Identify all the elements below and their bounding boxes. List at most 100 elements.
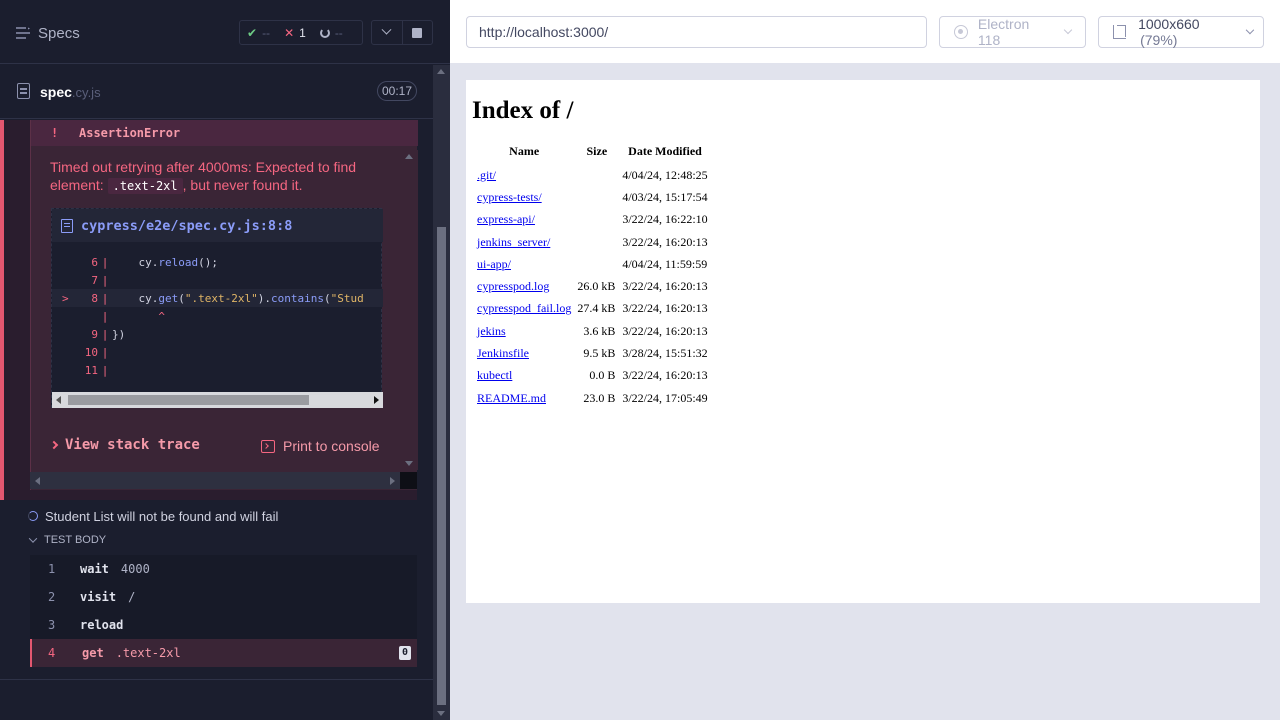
date-cell: 3/22/24, 16:20:13 bbox=[622, 301, 708, 316]
test-body-toggle[interactable]: TEST BODY bbox=[28, 534, 106, 546]
viewport-selector[interactable]: 1000x660 (79%) bbox=[1098, 16, 1264, 48]
scroll-left-arrow-icon[interactable] bbox=[56, 396, 61, 404]
url-bar[interactable]: http://localhost:3000/ bbox=[466, 16, 927, 48]
code-frame-scrollbar[interactable] bbox=[52, 392, 383, 408]
line-number: 11 bbox=[84, 363, 98, 377]
date-cell: 4/03/24, 15:17:54 bbox=[622, 189, 708, 204]
stop-button[interactable] bbox=[401, 21, 433, 44]
browser-selector[interactable]: Electron 118 bbox=[939, 16, 1086, 48]
date-cell: 3/28/24, 15:51:32 bbox=[622, 346, 708, 361]
command-number: 3 bbox=[48, 618, 56, 632]
line-pointer: > bbox=[62, 291, 69, 305]
file-link[interactable]: Jenkinsfile bbox=[477, 346, 529, 360]
command-name: get bbox=[82, 646, 104, 660]
date-cell: 4/04/24, 11:59:59 bbox=[622, 256, 708, 271]
size-cell: 27.4 kB bbox=[577, 301, 616, 316]
specs-menu-button[interactable]: Specs bbox=[16, 23, 80, 43]
command-row[interactable]: 3 reload bbox=[30, 611, 417, 639]
date-cell: 3/22/24, 17:05:49 bbox=[622, 390, 708, 405]
command-row[interactable]: 1 wait 4000 bbox=[30, 555, 417, 583]
scroll-right-arrow-icon[interactable] bbox=[374, 396, 379, 404]
table-row: cypresspod.log 26.0 kB 3/22/24, 16:20:13 bbox=[474, 275, 711, 297]
passed-count: -- bbox=[262, 25, 271, 40]
x-icon: ✕ bbox=[284, 25, 295, 40]
name-cell: cypresspod_fail.log bbox=[474, 298, 574, 320]
test-stats: ✔ -- ✕ 1 -- bbox=[239, 20, 363, 45]
reporter-header: Specs ✔ -- ✕ 1 -- bbox=[0, 0, 450, 64]
pending-icon bbox=[319, 27, 330, 38]
table-row: .git/4/04/24, 12:48:25 bbox=[474, 164, 711, 186]
scroll-right-arrow-icon[interactable] bbox=[390, 477, 395, 485]
file-link[interactable]: express-api/ bbox=[477, 212, 535, 226]
expand-button[interactable] bbox=[372, 21, 402, 44]
date-cell: 3/22/24, 16:20:13 bbox=[622, 323, 708, 338]
spec-duration: 00:17 bbox=[377, 81, 417, 101]
spec-name: spec.cy.js bbox=[40, 84, 101, 100]
code-line: 7 | bbox=[52, 271, 383, 289]
scroll-up-arrow-icon[interactable] bbox=[405, 154, 413, 159]
file-link[interactable]: README.md bbox=[477, 391, 546, 405]
scroll-down-arrow-icon[interactable] bbox=[437, 711, 445, 716]
code-line: 11 | bbox=[52, 361, 383, 379]
scroll-up-arrow-icon[interactable] bbox=[437, 69, 445, 74]
code-frame-body: 6 | cy.reload(); 7 | >8 | cy.get(".text-2xl… bbox=[52, 253, 383, 388]
column-header-size: Size bbox=[586, 144, 608, 158]
table-row: express-api/3/22/24, 16:22:10 bbox=[474, 209, 711, 231]
print-to-console-button[interactable]: Print to console bbox=[261, 438, 380, 454]
file-link[interactable]: kubectl bbox=[477, 368, 512, 382]
error-box: ! AssertionError Timed out retrying afte… bbox=[30, 120, 418, 490]
spec-row[interactable]: spec.cy.js 00:17 bbox=[0, 65, 433, 119]
file-link[interactable]: ui-app/ bbox=[477, 257, 511, 271]
file-link[interactable]: cypresspod_fail.log bbox=[477, 301, 571, 315]
table-row: kubectl 0.0 B 3/22/24, 16:20:13 bbox=[474, 365, 711, 387]
table-header-row: Name Size Date Modified bbox=[474, 142, 711, 164]
error-header: ! AssertionError bbox=[31, 120, 418, 146]
test-title[interactable]: Student List will not be found and will … bbox=[28, 506, 278, 526]
test-title-text: Student List will not be found and will … bbox=[45, 508, 279, 524]
file-link[interactable]: cypresspod.log bbox=[477, 279, 549, 293]
error-selector: .text-2xl bbox=[107, 178, 183, 194]
size-cell bbox=[574, 253, 619, 275]
reporter-scrollbar[interactable] bbox=[433, 65, 450, 720]
viewport-size: 1000x660 bbox=[1138, 16, 1200, 32]
command-row[interactable]: 2 visit / bbox=[30, 583, 417, 611]
command-row-failed[interactable]: 4 get .text-2xl 0 bbox=[30, 639, 417, 667]
specs-label: Specs bbox=[38, 24, 80, 42]
code-line-highlighted: >8 | cy.get(".text-2xl").contains("Stud bbox=[52, 289, 383, 307]
scrollbar-thumb[interactable] bbox=[68, 395, 309, 405]
file-link[interactable]: jekins bbox=[477, 324, 506, 338]
name-cell: jekins bbox=[474, 320, 574, 342]
code-frame-file-link[interactable]: cypress/e2e/spec.cy.js:8:8 bbox=[81, 218, 292, 234]
error-horizontal-scrollbar[interactable] bbox=[30, 472, 400, 489]
scroll-down-arrow-icon[interactable] bbox=[405, 461, 413, 466]
failed-stat: ✕ 1 bbox=[277, 21, 313, 44]
error-vertical-scrollbar[interactable] bbox=[401, 150, 418, 470]
scrollbar-thumb[interactable] bbox=[437, 227, 446, 705]
electron-icon bbox=[954, 25, 968, 39]
table-row: ui-app/4/04/24, 11:59:59 bbox=[474, 253, 711, 275]
view-stack-trace-button[interactable]: View stack trace bbox=[49, 437, 200, 453]
browser-label: Electron 118 bbox=[977, 16, 1030, 48]
scrollbar-corner bbox=[400, 472, 417, 489]
exclamation-icon: ! bbox=[51, 126, 59, 140]
code-frame-header[interactable]: cypress/e2e/spec.cy.js:8:8 bbox=[52, 209, 383, 242]
name-cell: kubectl bbox=[474, 365, 574, 387]
error-section: ! AssertionError Timed out retrying afte… bbox=[0, 120, 418, 500]
code-text: cy.reload(); bbox=[138, 255, 219, 269]
error-message-tail: , but never found it. bbox=[182, 177, 303, 193]
file-link[interactable]: jenkins_server/ bbox=[477, 235, 550, 249]
size-cell: 9.5 kB bbox=[583, 346, 616, 361]
pending-count: -- bbox=[334, 25, 343, 40]
name-cell: ui-app/ bbox=[474, 253, 574, 275]
file-link[interactable]: cypress-tests/ bbox=[477, 190, 542, 204]
terminal-icon bbox=[261, 439, 275, 453]
command-arg: 4000 bbox=[120, 562, 150, 576]
scroll-left-arrow-icon[interactable] bbox=[35, 477, 40, 485]
chevron-down-icon bbox=[28, 534, 38, 543]
spec-ext: .cy.js bbox=[71, 85, 101, 100]
command-arg: / bbox=[128, 590, 136, 604]
app-under-test-frame: Index of / Name Size Date Modified .git/… bbox=[466, 80, 1260, 603]
line-number: 8 bbox=[91, 291, 98, 305]
command-number: 4 bbox=[48, 646, 56, 660]
file-link[interactable]: .git/ bbox=[477, 168, 496, 182]
